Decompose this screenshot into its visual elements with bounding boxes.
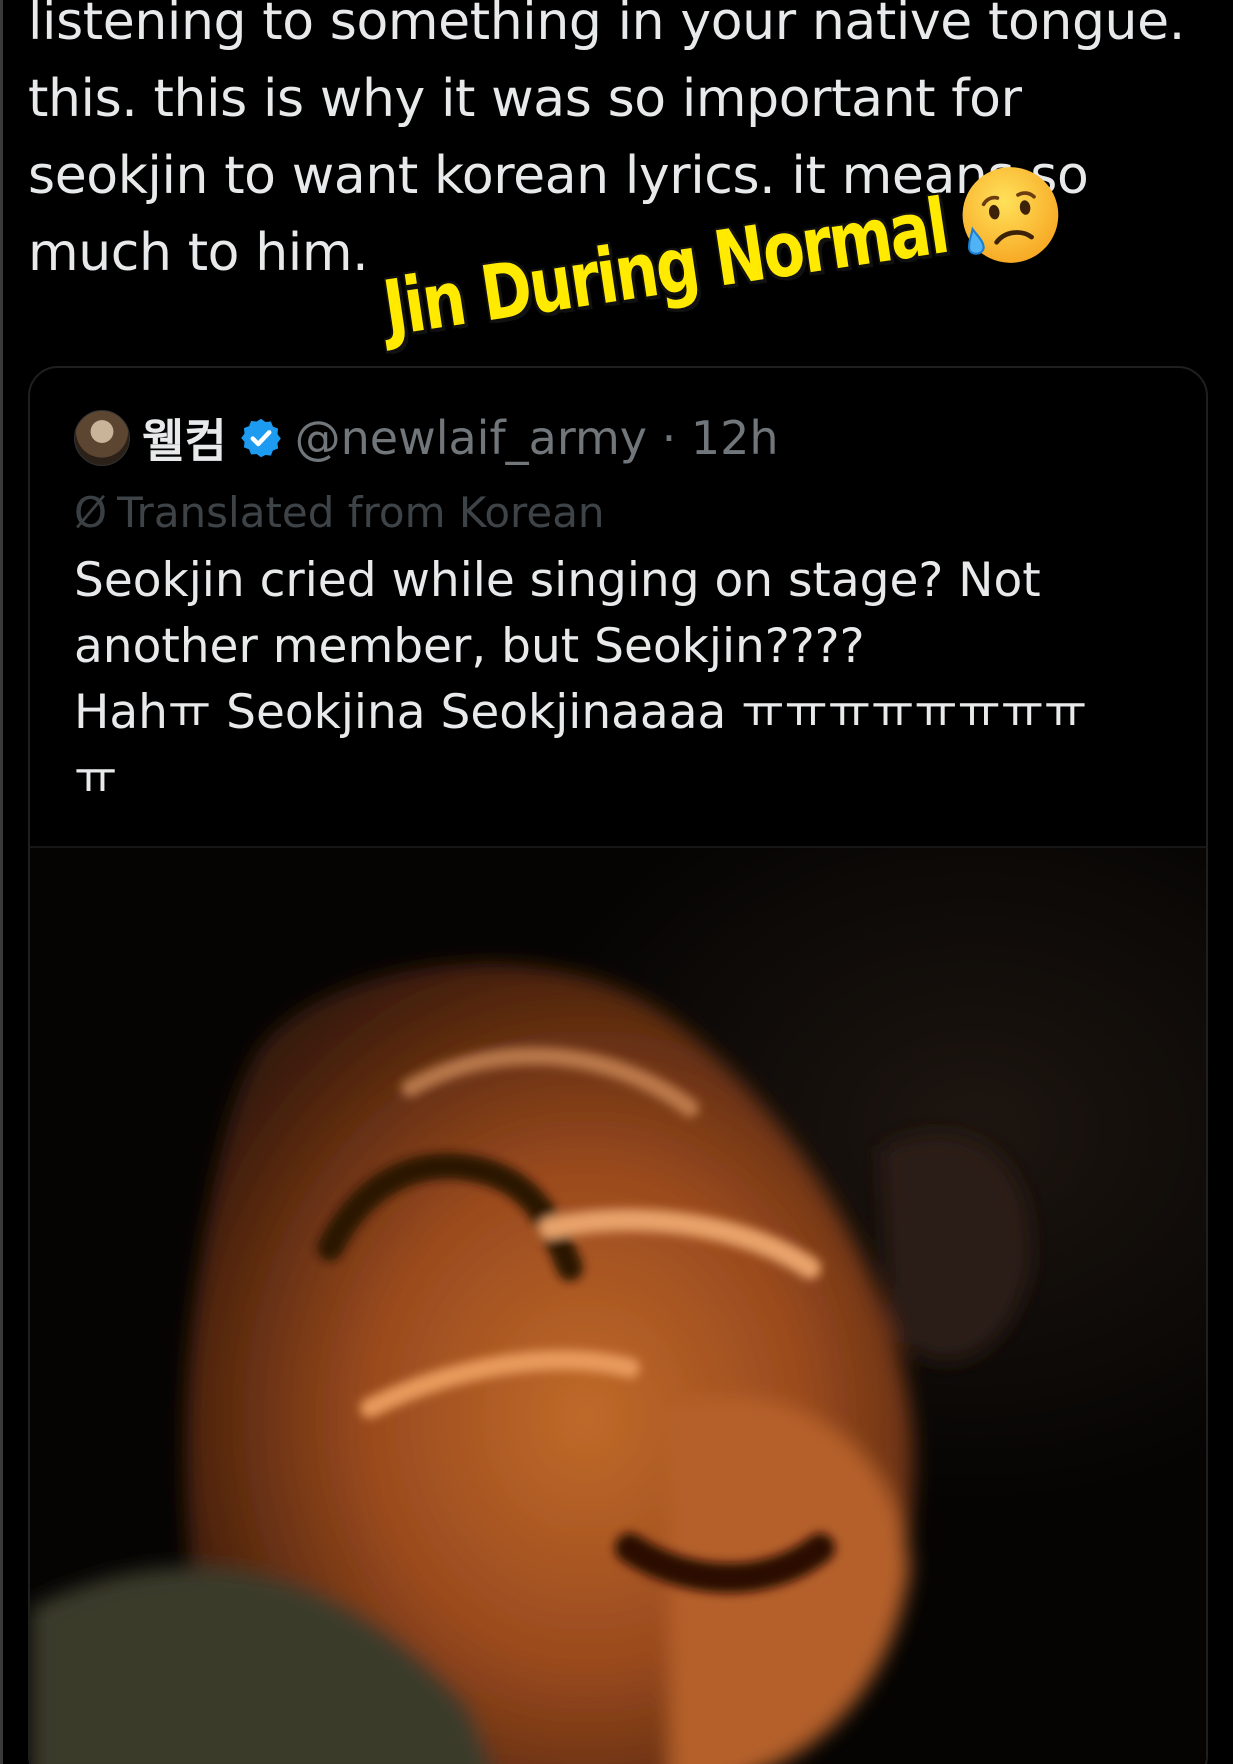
screen: listening to something in your native to… [0,0,1233,1764]
display-name[interactable]: 웰컴 [142,405,227,471]
edge-strip [0,0,3,1764]
translate-icon: Ø [74,487,108,537]
quoted-tweet-body: Seokjin cried while singing on stage? No… [74,548,1164,812]
quoted-tweet-line: Hahㅠ Seokjina Seokjinaaaa ㅠㅠㅠㅠㅠㅠㅠㅠ [74,685,1088,740]
translated-notice: Ø Translated from Korean [74,486,605,538]
quoted-tweet-line: Seokjin cried while singing on stage? No… [74,553,1041,608]
sad-but-relieved-face-icon [963,167,1059,263]
quoted-tweet-card[interactable]: 웰컴 @newlaif_army · 12h Ø Translated from… [28,366,1208,1764]
verified-badge-icon [240,418,281,458]
handle-and-time[interactable]: @newlaif_army · 12h [295,411,779,465]
translated-label: Translated from Korean [117,487,605,537]
tweet-line: this. this is why it was so important fo… [28,69,1022,129]
quoted-tweet-header: 웰컴 @newlaif_army · 12h [74,408,779,468]
tweet-line: listening to something in your native to… [28,0,1185,52]
avatar[interactable] [74,410,130,466]
video-frame[interactable] [30,848,1206,1764]
quoted-tweet-line: another member, but Seokjin???? [74,619,865,674]
quoted-tweet-line: ㅠ [74,751,118,806]
blurry-face-photo [30,848,1206,1764]
